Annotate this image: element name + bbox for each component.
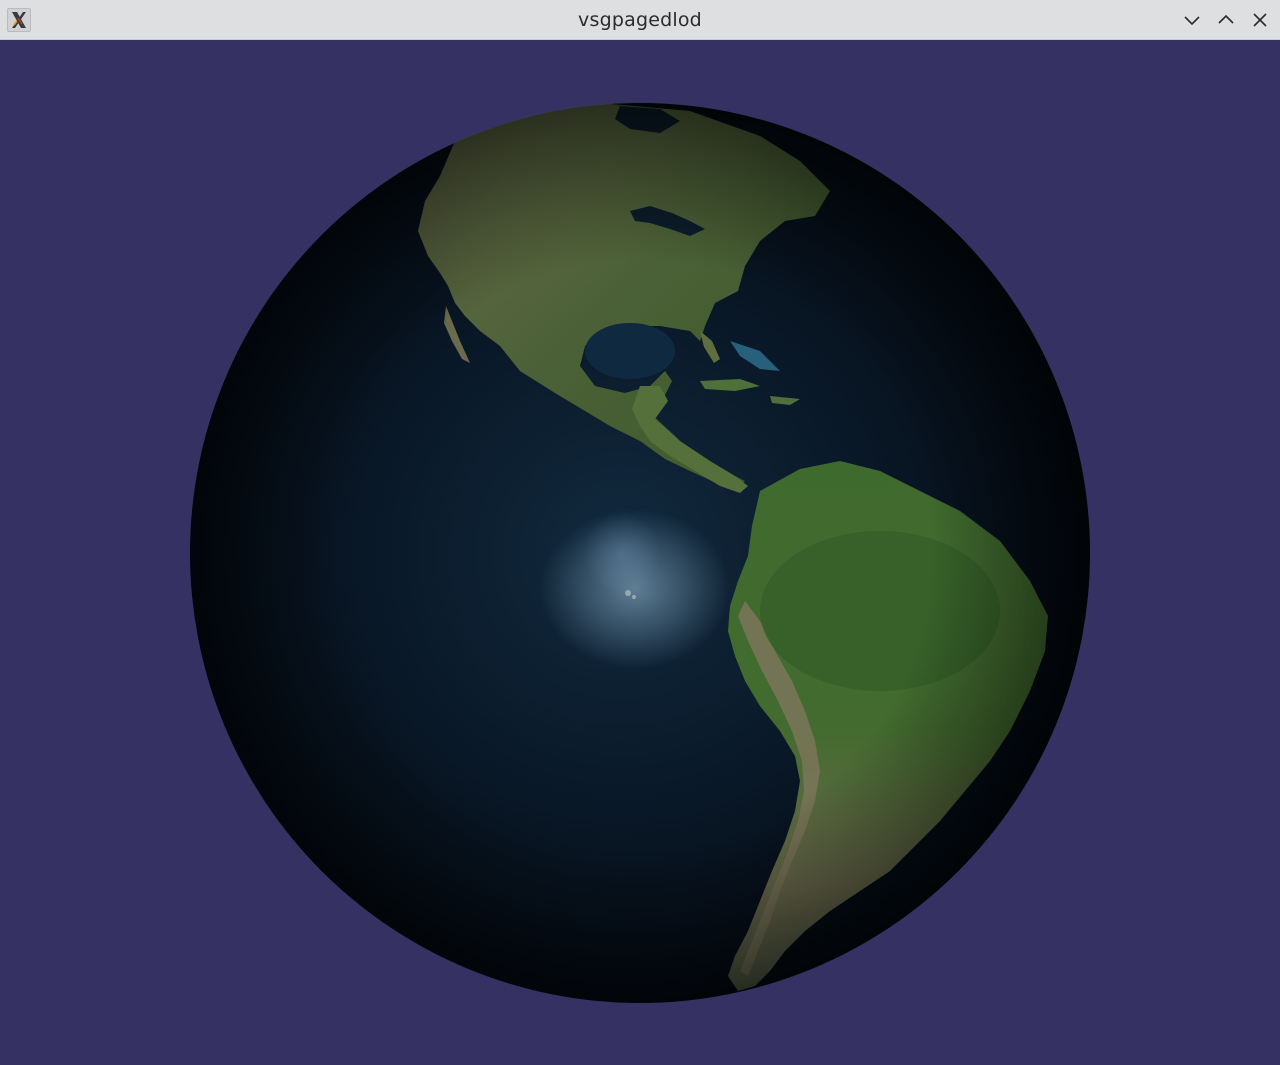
close-button[interactable] [1248, 8, 1272, 32]
render-viewport[interactable] [0, 41, 1280, 1065]
minimize-icon [1184, 16, 1200, 26]
minimize-button[interactable] [1180, 8, 1204, 32]
application-window: vsgpagedlod [0, 0, 1280, 1065]
globe-limb-shading [190, 103, 1090, 1003]
close-icon [1253, 13, 1267, 27]
maximize-button[interactable] [1214, 8, 1238, 32]
window-title: vsgpagedlod [578, 9, 702, 31]
maximize-icon [1218, 14, 1234, 24]
earth-globe[interactable] [0, 41, 1280, 1065]
window-titlebar[interactable]: vsgpagedlod [0, 0, 1280, 40]
